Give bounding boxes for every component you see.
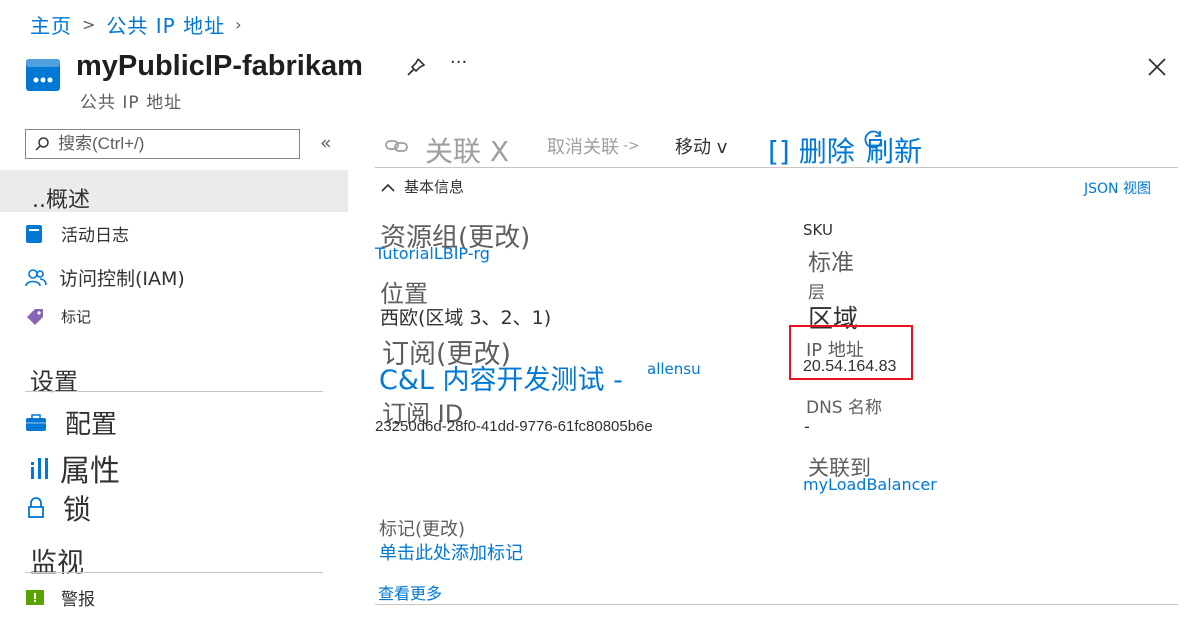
sidebar-search[interactable] bbox=[25, 129, 300, 159]
subscription-id-value: 23250d6d-28f0-41dd-9776-61fc80805b6e bbox=[375, 418, 653, 435]
public-ip-resource-icon bbox=[25, 58, 61, 92]
lock-icon bbox=[28, 497, 44, 518]
activity-log-icon bbox=[26, 224, 42, 243]
sidebar-item-label: 警报 bbox=[61, 590, 95, 610]
toolbar-divider bbox=[375, 167, 1178, 168]
breadcrumb-separator: > bbox=[82, 15, 97, 34]
breadcrumb-separator: › bbox=[235, 15, 243, 34]
sku-label: SKU bbox=[803, 221, 833, 239]
alert-icon bbox=[26, 589, 44, 605]
dns-name-label: DNS 名称 bbox=[806, 398, 883, 418]
sidebar-item-activity-log[interactable]: 活动日志 bbox=[25, 221, 129, 246]
breadcrumb-public-ip[interactable]: 公共 IP 地址 bbox=[106, 10, 225, 39]
sidebar-item-configuration[interactable]: 配置 bbox=[25, 404, 117, 441]
dissociate-icon: -> bbox=[623, 138, 640, 154]
configuration-icon bbox=[26, 413, 46, 431]
refresh-button[interactable]: 刷新 bbox=[866, 130, 922, 170]
subscription-user[interactable]: allensu bbox=[647, 360, 701, 378]
essentials-divider bbox=[375, 604, 1178, 605]
essentials-title: 基本信息 bbox=[404, 178, 465, 196]
sidebar-item-locks[interactable]: 锁 bbox=[27, 488, 91, 528]
breadcrumb-home[interactable]: 主页 bbox=[30, 10, 72, 39]
dns-name-value: - bbox=[804, 417, 810, 436]
location-value: 西欧(区域 3、2、1) bbox=[380, 307, 552, 329]
sidebar-item-properties[interactable]: 属性 bbox=[30, 446, 120, 490]
sidebar-item-label: ..概述 bbox=[32, 188, 90, 213]
dissociate-button[interactable]: 取消关联 -> bbox=[547, 133, 640, 159]
section-divider bbox=[25, 572, 323, 573]
subscription-link[interactable]: C&L 内容开发测试 - bbox=[379, 358, 623, 397]
search-icon bbox=[35, 137, 49, 151]
page-title: myPublicIP-fabrikam bbox=[76, 50, 363, 82]
tags-label: 标记(更改) bbox=[379, 519, 466, 540]
close-icon[interactable] bbox=[1146, 56, 1168, 78]
sidebar-item-tags[interactable]: 标记 bbox=[25, 306, 91, 327]
sku-value: 标准 bbox=[808, 250, 854, 276]
resource-type: 公共 IP 地址 bbox=[80, 93, 183, 113]
sidebar-item-label: 锁 bbox=[63, 493, 92, 526]
sidebar-item-label: 属性 bbox=[60, 454, 120, 489]
properties-icon bbox=[31, 458, 48, 479]
pin-icon[interactable] bbox=[405, 56, 427, 78]
associate-label: 关联 X bbox=[425, 135, 510, 168]
associated-resource-link[interactable]: myLoadBalancer bbox=[803, 475, 937, 494]
add-tags-link[interactable]: 单击此处添加标记 bbox=[379, 539, 523, 565]
sidebar-item-label: 访问控制(IAM) bbox=[59, 268, 185, 290]
sidebar-item-label: 配置 bbox=[65, 410, 118, 440]
sidebar-item-alerts[interactable]: 警报 bbox=[25, 585, 95, 610]
essentials-toggle[interactable]: 基本信息 bbox=[380, 176, 464, 197]
link-icon bbox=[385, 140, 408, 152]
search-input[interactable] bbox=[56, 133, 290, 155]
more-options-icon[interactable]: ··· bbox=[450, 52, 467, 73]
json-view-link[interactable]: JSON 视图 bbox=[1084, 178, 1151, 198]
sidebar-item-label: 活动日志 bbox=[61, 226, 129, 246]
sidebar-item-label: 标记 bbox=[61, 308, 92, 326]
delete-button[interactable]: [] 删除 bbox=[768, 130, 855, 170]
tag-icon bbox=[27, 308, 43, 325]
chevron-up-icon bbox=[381, 183, 395, 192]
sidebar-item-overview[interactable]: ..概述 bbox=[0, 170, 348, 213]
breadcrumb: 主页 > 公共 IP 地址 › bbox=[30, 10, 243, 39]
sidebar-item-iam[interactable]: 访问控制(IAM) bbox=[25, 264, 185, 291]
section-divider bbox=[25, 391, 323, 392]
people-icon bbox=[25, 268, 47, 286]
dissociate-label: 取消关联 bbox=[547, 137, 619, 158]
view-more-link[interactable]: 查看更多 bbox=[378, 580, 442, 604]
collapse-sidebar-icon[interactable]: « bbox=[320, 132, 332, 154]
move-button[interactable]: 移动 v bbox=[675, 133, 727, 159]
monitoring-section-title: 监视 bbox=[30, 548, 84, 579]
ip-address-value: 20.54.164.83 bbox=[803, 358, 897, 375]
resource-group-link[interactable]: TutorialLBIP-rg bbox=[375, 244, 490, 263]
